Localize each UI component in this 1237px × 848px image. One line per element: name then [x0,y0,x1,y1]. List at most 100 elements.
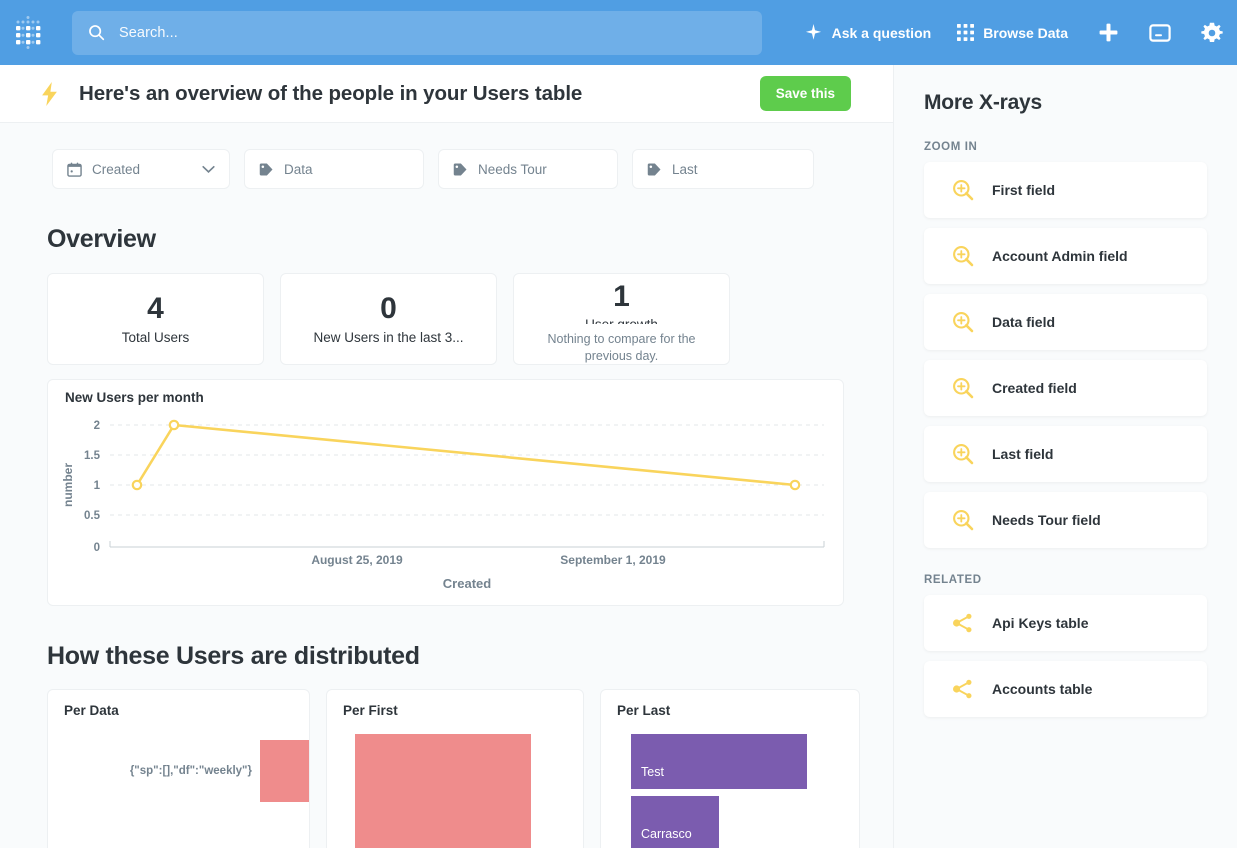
distribution-card-per-data[interactable]: Per Data {"sp":[],"df":"weekly"} ops"],"… [47,689,310,848]
calendar-icon [67,162,82,177]
filter-chip-last[interactable]: Last [632,149,814,189]
filter-chip-needs-tour[interactable]: Needs Tour [438,149,618,189]
bar[interactable]: Test [631,734,807,789]
grid-icon [957,24,974,41]
share-nodes-icon [952,678,974,700]
filter-chip-label: Data [284,162,313,177]
bar[interactable]: Alvaro [355,734,531,848]
scalar-value: 4 [147,293,164,325]
browse-data-button[interactable]: Browse Data [957,24,1068,41]
filter-chip-label: Created [92,162,140,177]
filter-chip-created[interactable]: Created [52,149,230,189]
new-item-button[interactable] [1098,22,1119,43]
sidebar-item-created-field[interactable]: Created field [924,360,1207,416]
scalar-card-new-users[interactable]: 0 New Users in the last 3... [280,273,497,365]
scalar-card-row: 4 Total Users 0 New Users in the last 3.… [0,273,893,365]
lightning-bolt-icon [40,82,59,106]
y-tick-label: 0 [94,542,100,554]
sidebar-item-account-admin-field[interactable]: Account Admin field [924,228,1207,284]
y-axis-label: number [61,463,75,507]
bar-label: {"sp":[],"df":"weekly"} [130,765,260,777]
scalar-comparison-text: Nothing to compare for the previous day. [530,331,714,364]
plus-icon [1098,22,1119,43]
scalar-label: New Users in the last 3... [313,330,463,345]
distribution-card-row: Per Data {"sp":[],"df":"weekly"} ops"],"… [0,689,893,848]
sidebar-title: More X-rays [924,91,1207,115]
sidebar-item-label: Account Admin field [992,248,1128,264]
native-query-icon [1149,22,1171,44]
ask-a-question-label: Ask a question [832,25,932,41]
ask-a-question-button[interactable]: Ask a question [804,23,932,42]
filter-chip-data[interactable]: Data [244,149,424,189]
scalar-card-total-users[interactable]: 4 Total Users [47,273,264,365]
native-query-button[interactable] [1149,22,1171,44]
sidebar-item-label: First field [992,182,1055,198]
y-tick-label: 2 [94,420,100,432]
sidebar-item-api-keys-table[interactable]: Api Keys table [924,595,1207,651]
zoom-in-icon [952,509,974,531]
sidebar-item-label: Api Keys table [992,615,1088,631]
scalar-card-user-growth[interactable]: 1 User growth Nothing to compare for the… [513,273,730,365]
y-tick-label: 1.5 [84,450,101,462]
browse-data-label: Browse Data [983,25,1068,41]
scalar-label: User growth [585,317,658,324]
chevron-down-icon[interactable] [174,165,215,174]
card-title: Per Data [64,703,119,718]
new-users-per-month-chart-card[interactable]: New Users per month 2 1.5 1 [47,379,844,606]
sidebar-item-last-field[interactable]: Last field [924,426,1207,482]
card-title: Per First [343,703,398,718]
distribution-card-per-first[interactable]: Per First Alvaro [326,689,584,848]
bar-label: Carrasco [641,827,692,841]
sidebar-item-label: Last field [992,446,1053,462]
settings-button[interactable] [1201,22,1223,44]
bar-row: {"sp":[],"df":"weekly"} [260,740,309,802]
tag-icon [453,162,468,177]
x-tick-label: September 1, 2019 [560,553,666,567]
y-tick-label: 1 [94,480,101,492]
xray-title-bar: Here's an overview of the people in your… [0,65,893,123]
bar-label: Test [641,765,664,779]
distribution-heading: How these Users are distributed [0,642,893,671]
distribution-card-per-last[interactable]: Per Last Test Carrasco [600,689,860,848]
nav-right-group: Ask a question Browse Data [778,22,1223,44]
top-navigation-bar: Search... Ask a question Browse Data [0,0,1237,65]
y-tick-label: 0.5 [84,510,101,522]
zoom-in-icon [952,179,974,201]
sidebar-item-first-field[interactable]: First field [924,162,1207,218]
metabase-logo-icon[interactable] [12,15,48,51]
bar[interactable]: Carrasco [631,796,719,848]
page-body: Here's an overview of the people in your… [0,65,1237,848]
save-this-button[interactable]: Save this [760,76,851,111]
bar[interactable] [260,740,309,802]
xray-main-column: Here's an overview of the people in your… [0,65,894,848]
search-placeholder-text: Search... [119,25,178,41]
filter-chip-label: Last [672,162,698,177]
bar-row: Alvaro [355,734,583,848]
filter-chip-row: Created Data Needs To [0,123,893,189]
page-title: Here's an overview of the people in your… [79,82,582,106]
sidebar-item-needs-tour-field[interactable]: Needs Tour field [924,492,1207,548]
search-input[interactable]: Search... [72,11,762,55]
tag-icon [647,162,662,177]
line-chart: 2 1.5 1 0.5 0 number Augu [48,380,845,607]
zoom-in-icon [952,443,974,465]
bar-row: Test [631,734,859,789]
scalar-value: 0 [380,293,397,325]
sidebar-item-data-field[interactable]: Data field [924,294,1207,350]
share-nodes-icon [952,612,974,634]
sidebar-item-label: Created field [992,380,1077,396]
x-tick-label: August 25, 2019 [311,553,403,567]
sidebar-item-accounts-table[interactable]: Accounts table [924,661,1207,717]
more-xrays-sidebar: More X-rays ZOOM IN First field [894,65,1237,848]
bar-chart: {"sp":[],"df":"weekly"} ops"],"df":"none… [48,728,309,848]
card-title: Per Last [617,703,670,718]
sidebar-item-label: Needs Tour field [992,512,1101,528]
bar-chart: Alvaro [327,728,583,848]
sidebar-item-label: Accounts table [992,681,1092,697]
overview-heading: Overview [0,225,893,254]
sidebar-group-label-related: RELATED [924,574,1207,586]
scalar-label: Total Users [122,330,190,345]
tag-icon [259,162,274,177]
filter-chip-label: Needs Tour [478,162,547,177]
sparkle-icon [804,23,823,42]
